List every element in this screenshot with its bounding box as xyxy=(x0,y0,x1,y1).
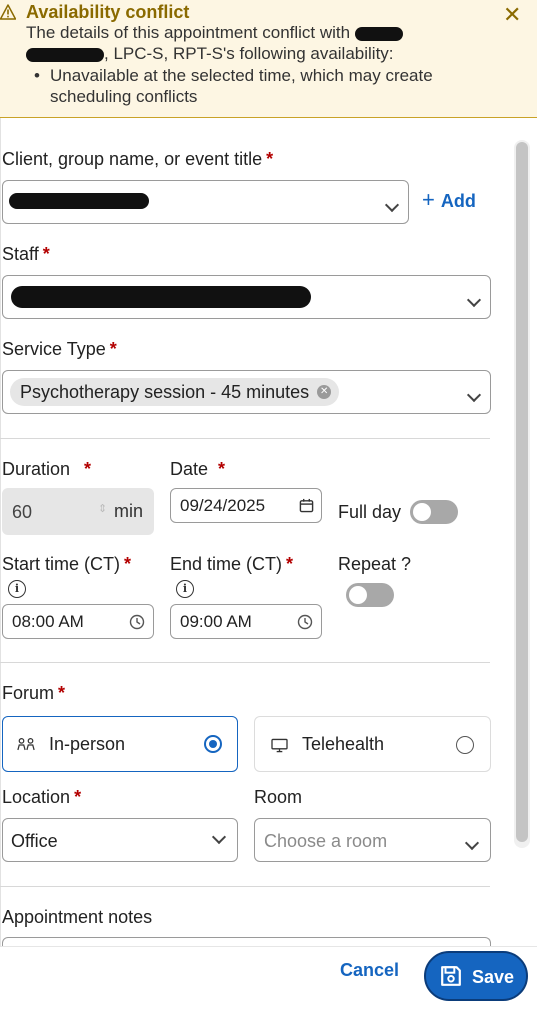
redacted-name xyxy=(26,47,104,62)
save-label: Save xyxy=(472,967,515,987)
radio-unselected-icon[interactable] xyxy=(456,736,474,754)
start-time-value: 08:00 AM xyxy=(12,612,84,631)
save-button[interactable]: Save xyxy=(424,951,528,1001)
date-label-text: Date xyxy=(170,459,209,479)
warning-icon xyxy=(0,4,16,20)
duration-label: Duration * xyxy=(2,459,91,480)
chevron-down-icon xyxy=(466,387,482,403)
full-day-label: Full day xyxy=(338,502,402,522)
required-marker: * xyxy=(58,683,66,703)
room-label: Room xyxy=(254,787,303,807)
appointment-notes-label: Appointment notes xyxy=(2,907,153,927)
info-icon[interactable]: i xyxy=(8,580,26,598)
duration-value: 60 xyxy=(12,502,33,522)
start-time-input[interactable]: 08:00 AM xyxy=(2,604,154,639)
info-icon[interactable]: i xyxy=(176,580,194,598)
alert-message-suffix: , LPC-S, RPT-S's following availability: xyxy=(104,44,394,63)
stepper-icon[interactable]: ⇕ xyxy=(98,502,107,515)
date-value: 09/24/2025 xyxy=(180,496,266,515)
required-marker: * xyxy=(286,554,294,574)
start-time-label-text: Start time (CT) xyxy=(2,554,121,574)
alert-bullet-item: Unavailable at the selected time, which … xyxy=(50,66,433,106)
end-time-value: 09:00 AM xyxy=(180,612,252,631)
service-type-label: Service Type * xyxy=(2,339,117,360)
room-placeholder: Choose a room xyxy=(264,831,388,851)
scrollbar-thumb[interactable] xyxy=(516,142,528,842)
appointment-notes-input[interactable] xyxy=(2,937,491,946)
toggle-knob xyxy=(349,586,367,604)
location-select[interactable]: Office xyxy=(2,818,238,862)
staff-label-text: Staff xyxy=(2,244,39,264)
toggle-knob xyxy=(413,503,431,521)
redacted-name xyxy=(354,26,403,41)
start-time-label: Start time (CT) * xyxy=(2,554,131,575)
telehealth-label: Telehealth xyxy=(302,734,385,754)
required-marker: * xyxy=(42,244,50,264)
alert-message-prefix: The details of this appointment conflict… xyxy=(26,23,351,42)
location-label-text: Location xyxy=(2,787,71,807)
duration-unit: min xyxy=(114,501,144,521)
calendar-icon[interactable] xyxy=(299,498,314,513)
staff-label: Staff * xyxy=(2,244,50,265)
monitor-icon xyxy=(271,738,288,753)
duration-input[interactable]: 60 ⇕ min xyxy=(2,488,154,535)
bullet-dot: • xyxy=(34,66,40,85)
duration-label-text: Duration xyxy=(2,459,71,479)
room-select[interactable]: Choose a room xyxy=(254,818,491,862)
clock-icon[interactable] xyxy=(129,614,145,630)
people-icon xyxy=(17,738,35,751)
chevron-down-icon xyxy=(464,835,480,851)
service-chip-label: Psychotherapy session - 45 minutes xyxy=(20,382,310,402)
date-input[interactable]: 09/24/2025 xyxy=(170,488,322,523)
forum-option-in-person[interactable]: In-person xyxy=(2,716,238,772)
chevron-down-icon xyxy=(384,197,400,213)
repeat-toggle[interactable] xyxy=(346,583,394,607)
cancel-button[interactable]: Cancel xyxy=(340,960,399,981)
end-time-label: End time (CT) * xyxy=(170,554,293,575)
plus-icon: + xyxy=(422,187,435,212)
required-marker: * xyxy=(109,339,117,359)
location-value: Office xyxy=(11,831,58,851)
client-label: Client, group name, or event title * xyxy=(2,149,273,170)
required-marker: * xyxy=(74,787,82,807)
redacted-staff xyxy=(11,286,311,308)
divider xyxy=(0,886,490,887)
alert-title: Availability conflict xyxy=(26,2,190,22)
floppy-disk-icon xyxy=(441,966,461,986)
divider xyxy=(0,438,490,439)
client-label-text: Client, group name, or event title xyxy=(2,149,263,169)
forum-option-telehealth[interactable]: Telehealth xyxy=(254,716,491,772)
required-marker: * xyxy=(124,554,132,574)
forum-label-text: Forum xyxy=(2,683,55,703)
location-label: Location * xyxy=(2,787,81,808)
service-type-label-text: Service Type xyxy=(2,339,106,359)
in-person-label: In-person xyxy=(49,734,126,754)
scrollbar[interactable] xyxy=(514,140,530,848)
redacted-client xyxy=(9,193,149,209)
forum-label: Forum * xyxy=(2,683,65,704)
radio-selected-icon[interactable] xyxy=(204,735,222,753)
form-footer: Cancel Save xyxy=(0,946,537,1010)
chevron-down-icon xyxy=(211,829,227,845)
clock-icon[interactable] xyxy=(297,614,313,630)
required-marker: * xyxy=(266,149,274,169)
repeat-label: Repeat ? xyxy=(338,554,412,574)
date-label: Date * xyxy=(170,459,225,480)
remove-chip-icon[interactable]: ✕ xyxy=(317,385,332,399)
end-time-input[interactable]: 09:00 AM xyxy=(170,604,322,639)
staff-select[interactable] xyxy=(2,275,491,319)
end-time-label-text: End time (CT) xyxy=(170,554,283,574)
required-marker: * xyxy=(84,459,92,479)
required-marker: * xyxy=(218,459,226,479)
service-chip: Psychotherapy session - 45 minutes ✕ xyxy=(10,378,340,406)
chevron-down-icon xyxy=(466,292,482,308)
full-day-toggle[interactable] xyxy=(410,500,458,524)
service-type-select[interactable]: Psychotherapy session - 45 minutes ✕ xyxy=(2,370,491,414)
client-select[interactable] xyxy=(2,180,409,224)
add-label: Add xyxy=(440,191,476,211)
availability-conflict-alert: Availability conflict ✕ The details of t… xyxy=(0,0,537,118)
alert-message: The details of this appointment conflict… xyxy=(26,22,506,64)
divider xyxy=(0,662,490,663)
add-client-button[interactable]: + Add xyxy=(422,187,476,213)
